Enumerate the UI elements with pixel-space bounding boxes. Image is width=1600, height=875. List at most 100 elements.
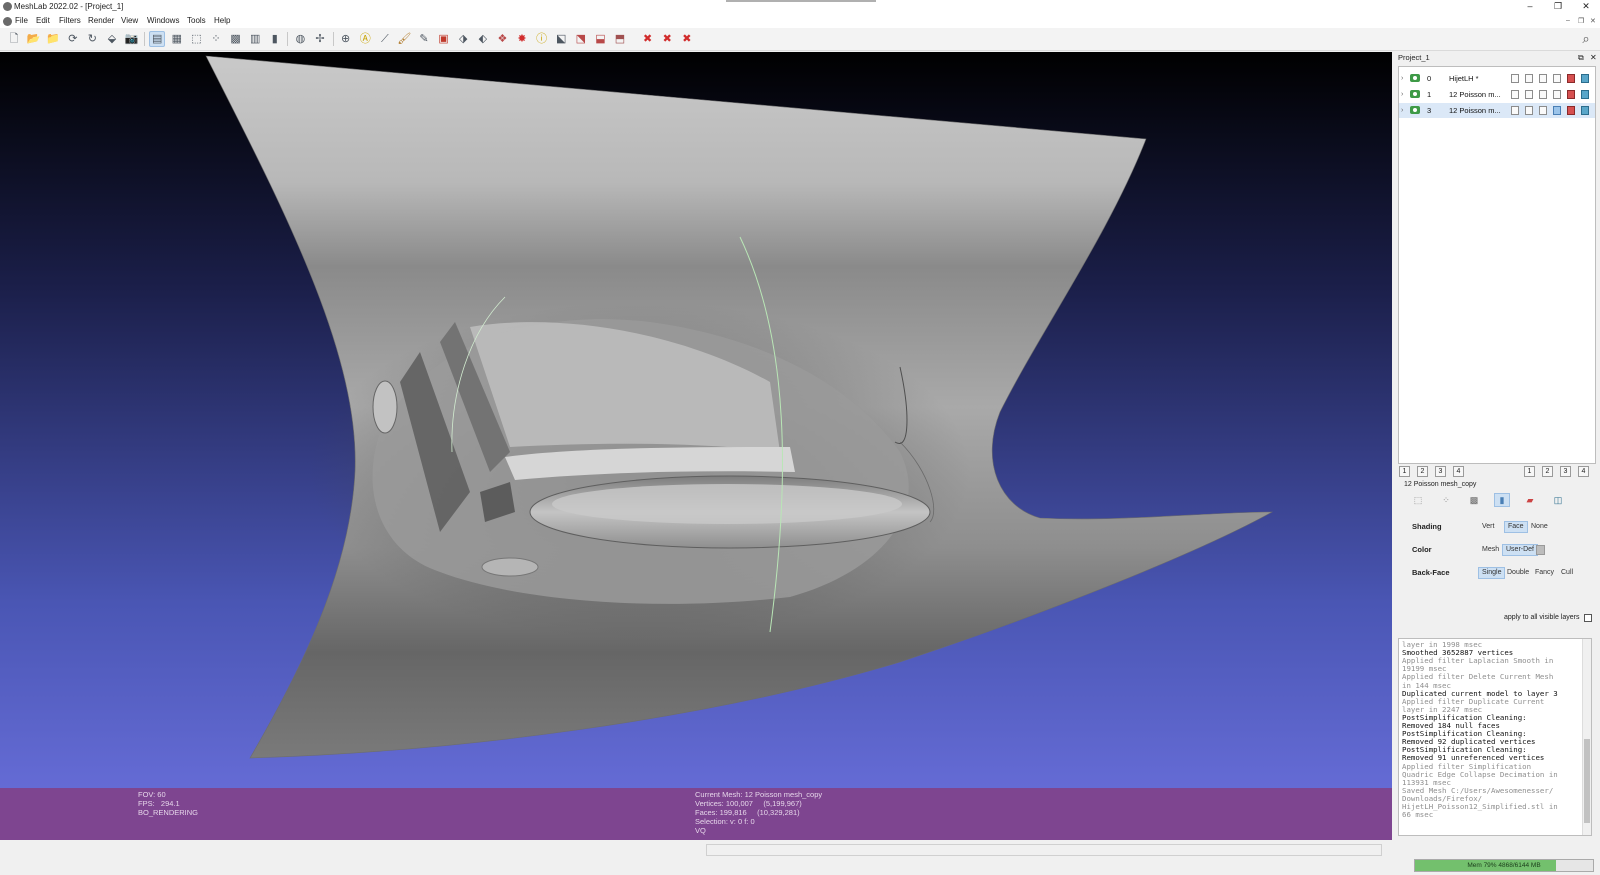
flat-shading-icon[interactable]: ▥: [247, 31, 263, 47]
visibility-eye-icon[interactable]: [1410, 90, 1420, 98]
points-icon[interactable]: ⁘: [208, 31, 224, 47]
menu-file[interactable]: File: [15, 15, 28, 27]
texture-render-icon[interactable]: [1567, 90, 1575, 99]
scene-right-button-3[interactable]: 3: [1560, 466, 1571, 477]
bbox-render-icon[interactable]: [1511, 90, 1519, 99]
fill-render-icon[interactable]: [1553, 106, 1561, 115]
points-render-icon[interactable]: [1525, 106, 1533, 115]
show-layers-icon[interactable]: ▤: [149, 31, 166, 47]
bbox-tab-icon[interactable]: ⬚: [1410, 493, 1426, 507]
color-swatch[interactable]: [1536, 545, 1545, 555]
info-icon[interactable]: ⓘ: [534, 31, 550, 47]
select-faces-icon[interactable]: ⬖: [475, 31, 491, 47]
shading-face-option[interactable]: Face: [1504, 521, 1528, 533]
mdi-restore-button[interactable]: ❐: [1578, 17, 1584, 25]
select-color-icon[interactable]: ⬔: [573, 31, 589, 47]
shading-vert-option[interactable]: Vert: [1479, 521, 1497, 533]
wireframe-icon[interactable]: ▩: [228, 31, 244, 47]
backface-double-option[interactable]: Double: [1504, 567, 1532, 579]
measure-icon[interactable]: ⟋: [377, 31, 393, 47]
layer-row-1[interactable]: › 1 12 Poisson m...: [1399, 87, 1595, 102]
menu-windows[interactable]: Windows: [147, 15, 179, 27]
wire-tab-icon[interactable]: ▩: [1466, 493, 1482, 507]
open-project-icon[interactable]: 📂: [26, 31, 42, 47]
backface-cull-option[interactable]: Cull: [1558, 567, 1576, 579]
raster-icon[interactable]: ▦: [169, 31, 185, 47]
points-render-icon[interactable]: [1525, 90, 1533, 99]
scene-left-button-1[interactable]: 1: [1399, 466, 1410, 477]
mdi-minimize-button[interactable]: –: [1566, 17, 1570, 24]
select-connected-icon[interactable]: ❖: [494, 31, 510, 47]
lighting-icon[interactable]: ◍: [292, 31, 308, 47]
visibility-eye-icon[interactable]: [1410, 74, 1420, 82]
textures-icon[interactable]: ✢: [312, 31, 328, 47]
3d-viewport[interactable]: FOV: 60 FPS: 294.1 BO_RENDERING Current …: [0, 52, 1392, 840]
fill-render-icon[interactable]: [1553, 74, 1561, 83]
expand-chevron-icon[interactable]: ›: [1401, 103, 1403, 118]
close-panel-button[interactable]: ✕: [1590, 52, 1597, 64]
manipulator-icon[interactable]: ⊕: [338, 31, 354, 47]
wire-render-icon[interactable]: [1539, 74, 1547, 83]
wire-render-icon[interactable]: [1539, 90, 1547, 99]
points-tab-icon[interactable]: ⁘: [1438, 493, 1454, 507]
bbox-render-icon[interactable]: [1511, 106, 1519, 115]
texture-tab-icon[interactable]: ▰: [1522, 493, 1538, 507]
new-project-icon[interactable]: 🗋: [6, 31, 22, 47]
scene-left-button-2[interactable]: 2: [1417, 466, 1428, 477]
menu-tools[interactable]: Tools: [187, 15, 206, 27]
reload-icon[interactable]: ⟳: [65, 31, 81, 47]
fill-render-icon[interactable]: [1553, 90, 1561, 99]
lighting-render-icon[interactable]: [1581, 90, 1589, 99]
menu-filters[interactable]: Filters: [59, 15, 81, 27]
expand-chevron-icon[interactable]: ›: [1401, 87, 1403, 102]
float-panel-button[interactable]: ⧉: [1578, 52, 1584, 64]
color-user-def-option[interactable]: User-Def: [1502, 544, 1539, 556]
minimize-button[interactable]: –: [1516, 0, 1544, 14]
import-mesh-icon[interactable]: 📁: [45, 31, 61, 47]
log-scrollbar[interactable]: [1582, 639, 1591, 835]
scene-right-button-4[interactable]: 4: [1578, 466, 1589, 477]
color-mesh-option[interactable]: Mesh: [1479, 544, 1502, 556]
select-z-icon[interactable]: ⬓: [592, 31, 608, 47]
snapshot-icon[interactable]: 📷: [124, 31, 140, 47]
color-picker-icon[interactable]: ▣: [436, 31, 452, 47]
apply-all-layers-checkbox[interactable]: [1584, 614, 1592, 622]
mdi-close-button[interactable]: ✕: [1590, 17, 1596, 25]
texture-render-icon[interactable]: [1567, 74, 1575, 83]
lighting-render-icon[interactable]: [1581, 106, 1589, 115]
delete-vertices-icon[interactable]: ✖: [659, 31, 675, 47]
paint-icon[interactable]: 🖌: [396, 31, 412, 47]
lighting-render-icon[interactable]: [1581, 74, 1589, 83]
log-scroll-thumb[interactable]: [1584, 739, 1590, 823]
smooth-shading-icon[interactable]: ▮: [267, 31, 283, 47]
select-pt-icon[interactable]: ⬒: [612, 31, 628, 47]
menu-render[interactable]: Render: [88, 15, 114, 27]
search-icon[interactable]: ⌕: [1578, 31, 1594, 47]
menu-edit[interactable]: Edit: [36, 15, 50, 27]
bbox-render-icon[interactable]: [1511, 74, 1519, 83]
delete-faces-icon[interactable]: ✖: [640, 31, 656, 47]
menu-help[interactable]: Help: [214, 15, 230, 27]
select-vertices-icon[interactable]: ⬗: [455, 31, 471, 47]
layer-row-0[interactable]: › 0 HijetLH *: [1399, 71, 1595, 86]
texture-render-icon[interactable]: [1567, 106, 1575, 115]
scene-left-button-4[interactable]: 4: [1453, 466, 1464, 477]
fill-tab-icon[interactable]: ▮: [1494, 493, 1510, 507]
maximize-button[interactable]: ❐: [1544, 0, 1572, 14]
reload-all-icon[interactable]: ↻: [84, 31, 100, 47]
z-paint-icon[interactable]: ✎: [416, 31, 432, 47]
close-window-button[interactable]: ✕: [1572, 0, 1600, 14]
expand-chevron-icon[interactable]: ›: [1401, 71, 1403, 86]
export-mesh-icon[interactable]: ⬙: [104, 31, 120, 47]
backface-single-option[interactable]: Single: [1478, 567, 1506, 579]
scene-right-button-2[interactable]: 2: [1542, 466, 1553, 477]
align-icon[interactable]: ✸: [514, 31, 530, 47]
annotate-icon[interactable]: Ⓐ: [357, 31, 373, 47]
scene-left-button-3[interactable]: 3: [1435, 466, 1446, 477]
delete-selection-icon[interactable]: ✖: [679, 31, 695, 47]
bbox-icon[interactable]: ⬚: [188, 31, 204, 47]
points-render-icon[interactable]: [1525, 74, 1533, 83]
backface-fancy-option[interactable]: Fancy: [1532, 567, 1557, 579]
shading-none-option[interactable]: None: [1528, 521, 1551, 533]
visibility-eye-icon[interactable]: [1410, 106, 1420, 114]
